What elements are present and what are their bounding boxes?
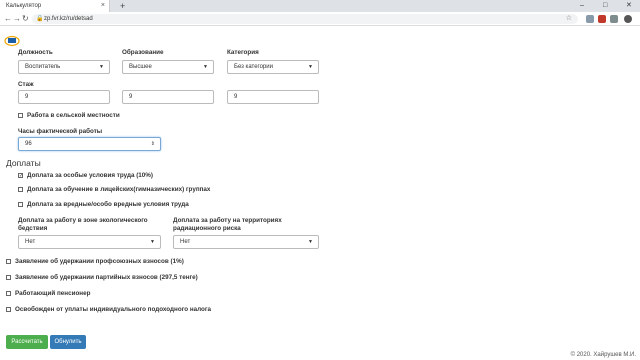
- pensioner-checkbox[interactable]: [6, 291, 11, 296]
- extension-icon[interactable]: [598, 15, 606, 23]
- site-logo-icon: [4, 35, 20, 47]
- rural-label: Работа в сельской местности: [27, 112, 120, 119]
- chevron-down-icon: ▼: [308, 64, 313, 70]
- maximize-icon[interactable]: □: [603, 0, 607, 12]
- profile-avatar[interactable]: [624, 15, 632, 23]
- forward-icon[interactable]: →: [13, 13, 21, 25]
- union-label: Заявление об удержании профсоюзных взнос…: [15, 258, 184, 265]
- experience-input-2[interactable]: 9: [122, 90, 214, 104]
- eco-value: Нет: [25, 239, 36, 245]
- allow3-checkbox[interactable]: [18, 202, 23, 207]
- rad-label-line2: радиационного риска: [173, 225, 241, 232]
- rad-value: Нет: [180, 239, 191, 245]
- updown-icon: ⇕: [150, 141, 155, 147]
- bookmark-star-icon[interactable]: ☆: [566, 14, 572, 24]
- hours-value: 96: [25, 141, 32, 147]
- page-content: Должность Образование Категория Воспитат…: [0, 27, 640, 360]
- category-value: Без категории: [234, 64, 273, 70]
- reload-icon[interactable]: ↻: [22, 13, 29, 25]
- experience-input-1[interactable]: 9: [18, 90, 110, 104]
- eco-label-line2: бедствия: [18, 225, 48, 232]
- tax-exempt-label: Освобожден от уплаты индивидуального под…: [15, 306, 212, 313]
- browser-tab[interactable]: Калькулятор ×: [0, 0, 110, 12]
- new-tab-button[interactable]: +: [120, 0, 125, 12]
- experience-input-3[interactable]: 9: [227, 90, 319, 104]
- lock-icon: 🔒: [36, 16, 44, 22]
- browser-toolbar: ← → ↻ 🔒 zp.fvr.kz/ru/detsad ☆: [0, 12, 640, 26]
- allow2-label: Доплата за обучение в лицейских(гимназич…: [27, 186, 211, 193]
- tax-exempt-checkbox[interactable]: [6, 307, 11, 312]
- check-icon: ✓: [19, 173, 24, 179]
- experience-label: Стаж: [18, 81, 34, 88]
- back-icon[interactable]: ←: [4, 13, 12, 25]
- allow1-checkbox[interactable]: ✓: [18, 173, 24, 179]
- rad-select[interactable]: Нет ▼: [173, 235, 319, 249]
- url-text: zp.fvr.kz/ru/detsad: [44, 16, 93, 22]
- calculate-button[interactable]: Рассчитать: [6, 335, 48, 349]
- education-value: Высшее: [129, 64, 152, 70]
- tab-title: Калькулятор: [6, 3, 42, 9]
- reset-button[interactable]: Обнулить: [50, 335, 86, 349]
- allow3-label: Доплата за вредные/особо вредные условия…: [27, 201, 189, 208]
- chevron-down-icon: ▼: [99, 64, 104, 70]
- eco-label-line1: Доплата за работу в зоне экологического: [18, 217, 148, 224]
- category-label: Категория: [227, 49, 259, 56]
- tab-close-icon[interactable]: ×: [101, 0, 105, 12]
- extension-icon[interactable]: [610, 15, 618, 23]
- position-select[interactable]: Воспитатель ▼: [18, 60, 110, 74]
- footer-copyright: © 2020. Хайрушев М.И.: [570, 352, 636, 358]
- browser-tabbar: Калькулятор × + – □ ✕: [0, 0, 640, 12]
- chevron-down-icon: ▼: [203, 64, 208, 70]
- pensioner-label: Работающий пенсионер: [15, 290, 91, 297]
- minimize-icon[interactable]: –: [580, 0, 584, 12]
- allow1-label: Доплата за особые условия труда (10%): [27, 172, 153, 179]
- rural-checkbox[interactable]: [18, 113, 23, 118]
- hours-select[interactable]: 96 ⇕: [18, 137, 161, 151]
- chevron-down-icon: ▼: [150, 239, 155, 245]
- position-label: Должность: [18, 49, 53, 56]
- chevron-down-icon: ▼: [308, 239, 313, 245]
- union-checkbox[interactable]: [6, 259, 11, 264]
- allow2-checkbox[interactable]: [18, 187, 23, 192]
- rad-label-line1: Доплата за работу на территориях: [173, 217, 282, 224]
- party-checkbox[interactable]: [6, 275, 11, 280]
- extension-icon[interactable]: [586, 15, 594, 23]
- hours-label: Часы фактической работы: [18, 128, 103, 135]
- position-value: Воспитатель: [25, 64, 61, 70]
- party-label: Заявление об удержании партийных взносов…: [15, 274, 198, 281]
- education-select[interactable]: Высшее ▼: [122, 60, 214, 74]
- category-select[interactable]: Без категории ▼: [227, 60, 319, 74]
- address-bar[interactable]: 🔒 zp.fvr.kz/ru/detsad ☆: [32, 14, 578, 24]
- close-window-icon[interactable]: ✕: [626, 0, 632, 12]
- education-label: Образование: [122, 49, 164, 56]
- allowances-heading: Доплаты: [6, 158, 41, 168]
- eco-select[interactable]: Нет ▼: [18, 235, 161, 249]
